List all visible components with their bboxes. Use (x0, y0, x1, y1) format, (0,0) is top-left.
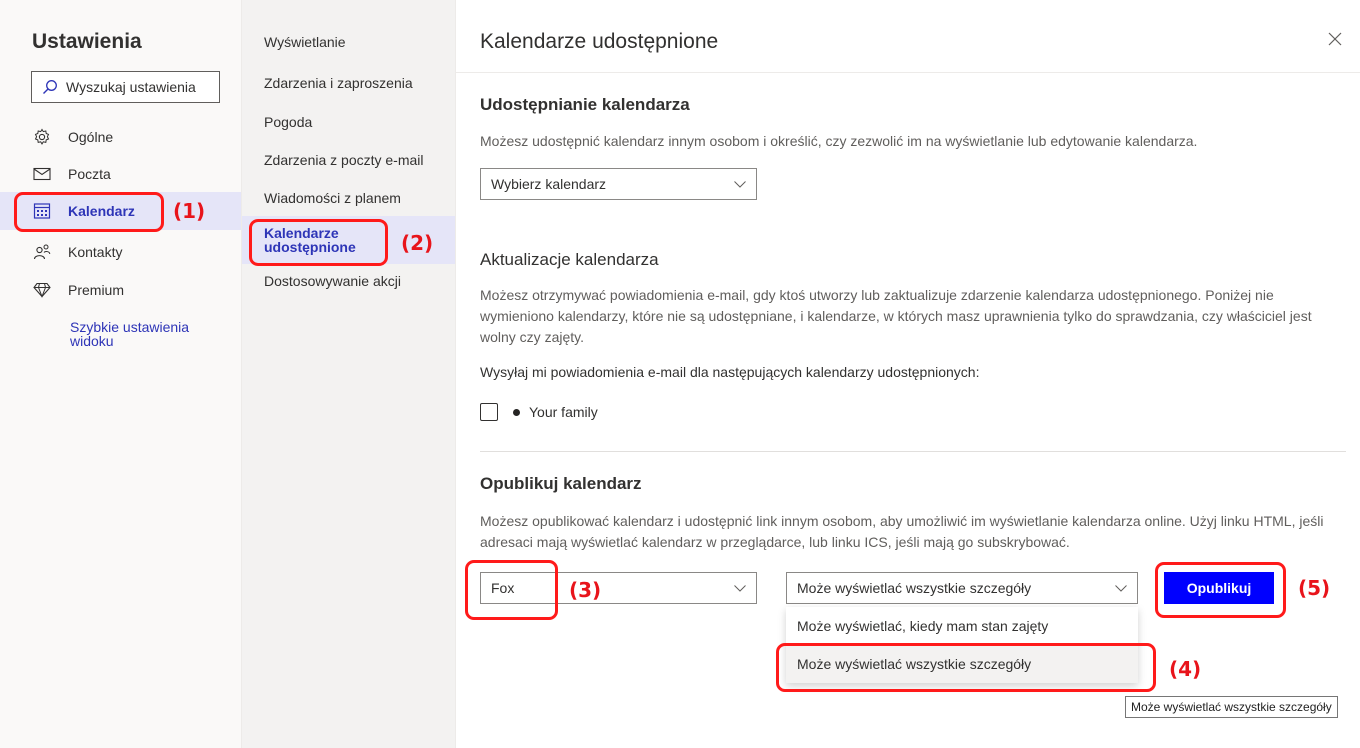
settings-sidebar: Ustawienia Ogólne Poczta (0, 0, 242, 748)
nav-item-label: Kontakty (68, 244, 123, 260)
updates-description: Możesz otrzymywać powiadomienia e-mail, … (480, 287, 1312, 345)
shared-calendars-panel: Kalendarze udostępnione Udostępnianie ka… (456, 0, 1360, 748)
permission-dropdown[interactable]: Może wyświetlać wszystkie szczegóły (786, 572, 1138, 604)
calendar-name: Your family (529, 404, 598, 420)
submenu-label: Kalendarze udostępnione (264, 225, 356, 255)
send-notifications-label: Wysyłaj mi powiadomienia e-mail dla nast… (480, 364, 980, 380)
divider (456, 72, 1360, 73)
search-box[interactable] (31, 71, 220, 103)
nav-item-label: Poczta (68, 166, 111, 182)
nav-item-premium[interactable]: Premium (0, 271, 241, 309)
people-icon (31, 243, 53, 261)
search-icon (43, 80, 57, 94)
chevron-down-icon (1115, 584, 1127, 592)
updates-heading: Aktualizacje kalendarza (480, 250, 659, 269)
submenu-schedule-messages[interactable]: Wiadomości z planem (242, 190, 455, 207)
calendar-icon (31, 202, 53, 220)
nav-item-label: Kalendarz (68, 203, 135, 219)
nav-item-general[interactable]: Ogólne (0, 118, 241, 156)
choose-calendar-dropdown[interactable]: Wybierz kalendarz (480, 168, 757, 200)
search-input[interactable] (64, 78, 218, 96)
chevron-down-icon (734, 584, 746, 592)
nav-item-label: Premium (68, 282, 125, 298)
option-free-busy[interactable]: Może wyświetlać, kiedy mam stan zajęty (786, 607, 1138, 645)
publish-description: Możesz opublikować kalendarz i udostępni… (480, 513, 1324, 550)
dropdown-value: Może wyświetlać wszystkie szczegóły (797, 580, 1032, 596)
submenu-customize-actions[interactable]: Dostosowywanie akcji (242, 273, 455, 290)
nav-item-mail[interactable]: Poczta (0, 155, 241, 193)
calendar-submenu: Wyświetlanie Zdarzenia i zaproszenia Pog… (242, 0, 456, 748)
publish-heading: Opublikuj kalendarz (480, 474, 642, 493)
panel-title: Kalendarze udostępnione (480, 30, 719, 53)
publish-button[interactable]: Opublikuj (1164, 572, 1274, 604)
annotation-label-3: (3) (569, 578, 602, 602)
submenu-display[interactable]: Wyświetlanie (242, 34, 455, 51)
annotation-label-1: (1) (173, 199, 206, 223)
sharing-description: Możesz udostępnić kalendarz innym osobom… (480, 133, 1198, 149)
your-family-checkbox[interactable] (480, 403, 498, 421)
permission-options-menu: Może wyświetlać, kiedy mam stan zajęty M… (786, 607, 1138, 683)
submenu-events-from-email[interactable]: Zdarzenia z poczty e-mail (242, 152, 455, 169)
section-divider (480, 451, 1346, 452)
publish-calendar-dropdown[interactable]: Fox (480, 572, 757, 604)
annotation-label-2: (2) (401, 231, 434, 255)
annotation-label-5: (5) (1298, 576, 1331, 600)
annotation-label-4: (4) (1169, 657, 1202, 681)
nav-item-label: Ogólne (68, 129, 114, 145)
chevron-down-icon (734, 180, 746, 188)
quick-settings-link[interactable]: Szybkie ustawienia widoku (70, 320, 220, 348)
gear-icon (31, 128, 53, 146)
dropdown-value: Fox (491, 580, 515, 596)
mail-icon (31, 167, 53, 181)
submenu-weather[interactable]: Pogoda (242, 114, 455, 131)
dropdown-placeholder: Wybierz kalendarz (491, 176, 607, 192)
nav-item-contacts[interactable]: Kontakty (0, 233, 241, 271)
submenu-events-invitations[interactable]: Zdarzenia i zaproszenia (242, 75, 455, 92)
calendar-color-dot (513, 409, 520, 416)
close-button[interactable] (1328, 32, 1342, 51)
tooltip: Może wyświetlać wszystkie szczegóły (1125, 696, 1338, 718)
diamond-icon (31, 282, 53, 298)
option-all-details[interactable]: Może wyświetlać wszystkie szczegóły (786, 645, 1138, 683)
sharing-heading: Udostępnianie kalendarza (480, 95, 690, 114)
settings-title: Ustawienia (32, 30, 142, 53)
close-icon (1328, 32, 1342, 46)
